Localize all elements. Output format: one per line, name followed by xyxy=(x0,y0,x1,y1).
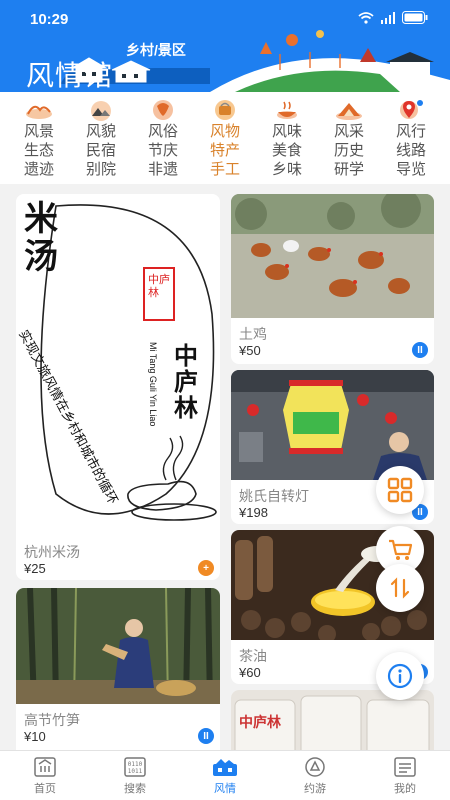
tab-label: 我的 xyxy=(394,782,416,795)
poster-big-text: 米汤 xyxy=(24,199,58,277)
specialty-icon xyxy=(215,100,235,120)
category-label: 风俗 xyxy=(147,123,178,140)
product-price: ¥198 xyxy=(239,505,268,520)
product-card-bamboo[interactable]: 高节竹笋 ¥10 II xyxy=(16,588,220,750)
category-nav: 风景 生态 遗迹 风貌 民宿 别院 风俗 节庆 非遗 风物 特产 手工 风味 美… xyxy=(0,92,450,184)
category-label: 生态 xyxy=(23,142,54,159)
category-label: 节庆 xyxy=(147,142,178,159)
route-icon xyxy=(400,100,423,119)
info-button[interactable] xyxy=(376,652,424,700)
category-label: 美食 xyxy=(271,142,302,159)
poster-brand-en: Mi Tang Guli Yin Liao xyxy=(148,342,158,427)
product-price: ¥25 xyxy=(24,561,46,576)
tab-travel[interactable]: 约游 xyxy=(270,751,360,800)
category-label: 遗迹 xyxy=(23,161,54,178)
category-label: 风貌 xyxy=(85,123,116,140)
travel-icon xyxy=(305,756,325,777)
product-card-mitang[interactable]: 米汤 中庐林 实现文旅风情在乡村和城市的循环 中庐林 Mi Tang Guli … xyxy=(16,194,220,580)
category-specialty[interactable]: 风物 特产 手工 xyxy=(194,92,256,184)
village-banner-illustration xyxy=(60,30,450,92)
category-label: 线路 xyxy=(395,142,426,159)
banner-subtitle: 乡村/景区 xyxy=(126,42,186,58)
category-food[interactable]: 风味 美食 乡味 xyxy=(256,92,318,184)
tab-label: 首页 xyxy=(34,782,56,795)
category-label: 风行 xyxy=(395,123,426,140)
poster-seal: 中庐林 xyxy=(148,274,170,299)
product-title: 土鸡 xyxy=(239,326,267,342)
tab-label: 风情 xyxy=(214,782,236,795)
category-homestay[interactable]: 风貌 民宿 别院 xyxy=(70,92,132,184)
product-price: ¥50 xyxy=(239,343,261,358)
category-label: 手工 xyxy=(209,161,240,178)
category-label: 乡味 xyxy=(271,161,302,178)
category-route[interactable]: 风行 线路 导览 xyxy=(380,92,442,184)
battery-icon xyxy=(402,11,428,24)
category-label: 风采 xyxy=(333,123,364,140)
cart-badge[interactable]: + xyxy=(198,560,214,576)
category-label: 研学 xyxy=(333,161,364,178)
fengqing-icon xyxy=(213,758,237,776)
product-card-chicken[interactable]: 土鸡 ¥50 II xyxy=(231,194,434,364)
svg-text:0110: 0110 xyxy=(128,761,143,768)
signal-icon xyxy=(381,11,395,24)
svg-text:1011: 1011 xyxy=(128,768,143,775)
product-title: 杭州米汤 xyxy=(24,544,80,560)
product-price: ¥10 xyxy=(24,729,46,744)
wifi-icon xyxy=(358,11,374,24)
category-landscape[interactable]: 风景 生态 遗迹 xyxy=(8,92,70,184)
category-history[interactable]: 风采 历史 研学 xyxy=(318,92,380,184)
tab-profile[interactable]: 我的 xyxy=(360,751,450,800)
category-label: 特产 xyxy=(209,142,240,159)
category-label: 风景 xyxy=(23,123,54,140)
category-label: 非遗 xyxy=(147,161,178,178)
info-badge[interactable]: II xyxy=(198,728,214,744)
category-label: 历史 xyxy=(333,142,364,159)
status-icons xyxy=(358,11,428,24)
app-header: 10:29 乡村/景区 风情馆 xyxy=(0,0,450,92)
category-label: 别院 xyxy=(85,161,116,178)
sort-button[interactable] xyxy=(376,564,424,612)
category-label: 风物 xyxy=(209,123,240,140)
product-feed[interactable]: 米汤 中庐林 实现文旅风情在乡村和城市的循环 中庐林 Mi Tang Guli … xyxy=(0,184,450,750)
cart-icon xyxy=(389,539,413,560)
poster-brand: 中庐林 xyxy=(174,343,198,422)
festival-icon xyxy=(153,100,173,120)
homestay-icon xyxy=(91,101,111,121)
food-icon xyxy=(277,101,297,119)
product-title: 茶油 xyxy=(239,648,267,664)
category-label: 导览 xyxy=(395,161,426,178)
tab-label: 搜索 xyxy=(124,782,146,795)
grid-icon xyxy=(387,477,413,503)
tab-label: 约游 xyxy=(304,782,326,795)
profile-icon xyxy=(394,756,416,777)
banner-title: 风情馆 xyxy=(26,59,114,92)
tab-home[interactable]: 首页 xyxy=(0,751,90,800)
grid-view-button[interactable] xyxy=(376,466,424,514)
lantern-image xyxy=(231,370,434,480)
tab-fengqing[interactable]: 风情 xyxy=(180,751,270,800)
product-title: 姚氏自转灯 xyxy=(239,488,309,504)
history-icon xyxy=(336,103,362,120)
info-icon xyxy=(387,663,413,689)
bottom-tab-bar: 首页 0110 1011 搜索 风情 约游 我的 xyxy=(0,750,450,800)
bamboo-shoot-image xyxy=(16,588,220,704)
category-label: 风味 xyxy=(271,123,302,140)
product-title: 高节竹笋 xyxy=(24,712,80,728)
home-icon xyxy=(34,756,56,777)
package-label: 中庐林 xyxy=(239,714,281,730)
sort-icon xyxy=(390,577,410,599)
landscape-icon xyxy=(26,105,52,119)
category-festival[interactable]: 风俗 节庆 非遗 xyxy=(132,92,194,184)
search-icon: 01101011 xyxy=(124,756,146,777)
category-label: 民宿 xyxy=(85,142,116,159)
product-price: ¥60 xyxy=(239,665,261,680)
info-badge[interactable]: II xyxy=(412,342,428,358)
chicken-image xyxy=(231,194,434,318)
tab-search[interactable]: 0110 1011 搜索 xyxy=(90,751,180,800)
